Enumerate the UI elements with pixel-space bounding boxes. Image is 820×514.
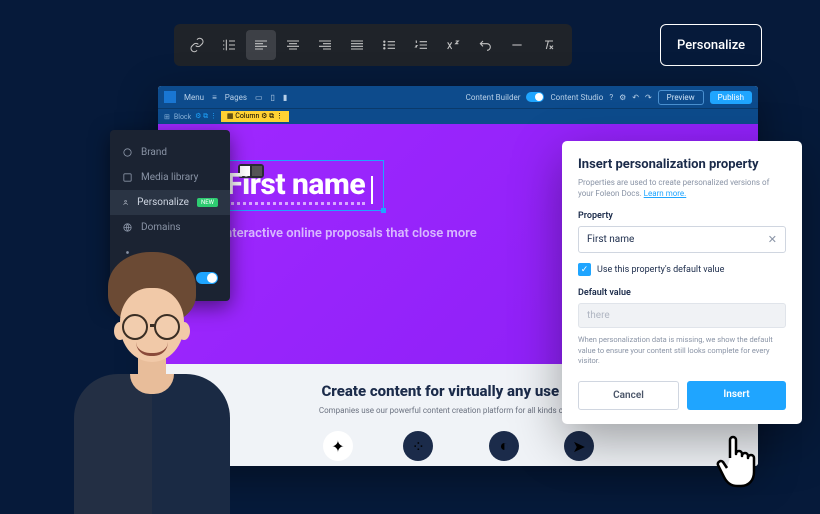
card-more[interactable]: ➤ [564,431,594,466]
mobile-icon[interactable]: ▮ [283,93,287,102]
block-crumb[interactable]: Block [174,113,191,121]
redo-editor-icon[interactable]: ↷ [645,93,652,102]
column-crumb[interactable]: Column [235,112,259,120]
align-right-icon[interactable] [310,30,340,60]
undo-editor-icon[interactable]: ↶ [632,93,639,102]
learn-more-link[interactable]: Learn more. [644,189,687,198]
settings-icon[interactable]: ⚙ [619,93,626,102]
card-catalogs[interactable]: ✦Catalogs [322,431,354,466]
desktop-icon[interactable]: ▭ [255,93,263,102]
align-left-icon[interactable] [246,30,276,60]
sidebar-item-personalize[interactable]: PersonalizeNEW [110,190,230,215]
media-icon [122,172,133,183]
card-news[interactable]: ◐Newsletters [483,431,526,466]
hand-cursor-icon [710,430,760,490]
superscript-icon[interactable] [438,30,468,60]
align-justify-icon[interactable] [342,30,372,60]
list-numbered-icon[interactable] [406,30,436,60]
sidebar-item-media[interactable]: Media library [110,165,230,190]
text-cursor [371,176,373,204]
personalize-button[interactable]: Personalize [660,24,762,66]
editor-breadcrumb: ⊞Block ⚙ ⧉ ⋮ ▦ Column ⚙ ⧉ ⋮ [158,108,758,124]
sidebar-item-domains[interactable]: Domains [110,215,230,240]
undo-icon[interactable] [470,30,500,60]
mode-toggle[interactable] [526,92,544,102]
default-label: Default value [578,288,786,298]
publish-button[interactable]: Publish [710,91,752,104]
clear-icon[interactable]: ✕ [768,233,777,246]
insert-button[interactable]: Insert [687,381,786,410]
property-input[interactable]: First name✕ [578,226,786,253]
moon-icon: ◐ [489,431,519,461]
studio-label: Content Studio [550,93,603,102]
new-badge: NEW [197,198,218,207]
card-reports[interactable]: ⁘Annual reports [392,431,445,466]
pages-label[interactable]: Pages [225,93,247,102]
modal-title: Insert personalization property [578,157,786,172]
mode-label: Content Builder [466,93,521,102]
pinwheel-icon: ✦ [323,431,353,461]
line-height-icon[interactable] [214,30,244,60]
preview-button[interactable]: Preview [658,90,704,105]
modal-desc: Properties are used to create personaliz… [578,177,786,199]
hero-token[interactable]: First name [226,167,365,205]
sidebar-item-brand[interactable]: Brand [110,140,230,165]
cancel-button[interactable]: Cancel [578,381,679,410]
globe-icon [122,222,133,233]
personalize-icon [122,197,129,208]
horizontal-rule-icon[interactable] [502,30,532,60]
send-icon: ➤ [564,431,594,461]
default-input[interactable]: there [578,303,786,328]
formatting-toolbar [174,24,572,66]
align-center-icon[interactable] [278,30,308,60]
help-icon[interactable]: ? [609,93,613,102]
tablet-icon[interactable]: ▯ [271,93,275,102]
menu-label[interactable]: Menu [184,93,204,102]
clear-format-icon[interactable] [534,30,564,60]
person-photo [60,240,240,500]
dots-icon: ⁘ [403,431,433,461]
modal-hint: When personalization data is missing, we… [578,335,786,367]
editor-topbar: Menu ≡ Pages ▭ ▯ ▮ Content Builder Conte… [158,86,758,108]
link-icon[interactable] [182,30,212,60]
app-logo-icon [164,91,176,103]
personalization-modal: Insert personalization property Properti… [562,141,802,424]
brand-icon [122,147,133,158]
default-checkbox-row[interactable]: ✓Use this property's default value [578,263,786,276]
list-bullet-icon[interactable] [374,30,404,60]
property-label: Property [578,211,786,221]
checkbox-icon[interactable]: ✓ [578,263,591,276]
